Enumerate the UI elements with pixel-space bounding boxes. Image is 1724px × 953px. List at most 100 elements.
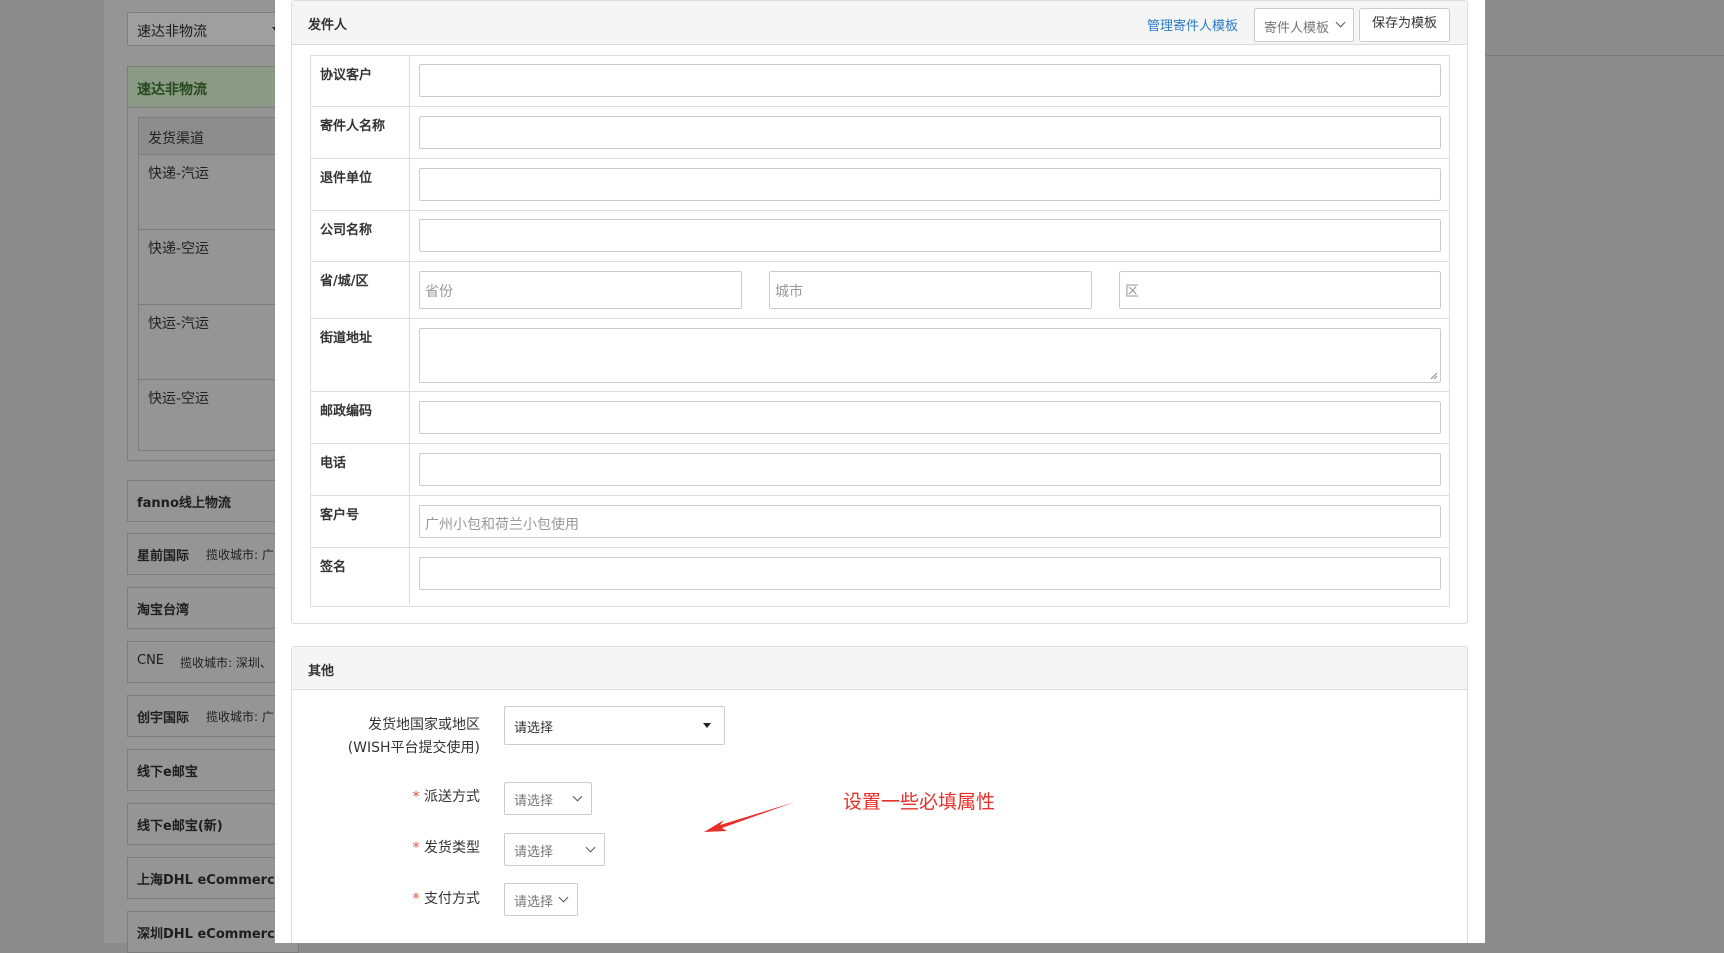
table-row: 公司名称 [311, 211, 1449, 262]
delivery-method-label: * 派送方式 [322, 786, 480, 809]
street-label: 街道地址 [320, 331, 373, 346]
sender-form-table: 协议客户 寄件人名称 退件单位 公司名称 省/城/区 省份 城市 区 街道地址 … [310, 55, 1450, 607]
origin-country-label: 发货地国家或地区 (WISH平台提交使用) [322, 714, 480, 760]
origin-country-label-line1: 发货地国家或地区 [368, 717, 480, 733]
carrier-card-title: 创宇国际 [137, 711, 190, 726]
table-row: 签名 [311, 548, 1449, 605]
customer-no-placeholder: 广州小包和荷兰小包使用 [425, 517, 579, 533]
field-label-cell: 协议客户 [311, 56, 410, 106]
background-carrier-card[interactable]: 上海DHL eCommerce [127, 857, 299, 899]
caret-down-icon [703, 723, 711, 728]
region-label: 省/城/区 [320, 274, 369, 289]
phone-input[interactable] [419, 453, 1441, 486]
field-label-cell: 省/城/区 [311, 262, 410, 318]
payment-method-select[interactable]: 请选择 [504, 883, 578, 916]
sender-panel-title: 发件人 [308, 18, 348, 33]
payment-method-label: * 支付方式 [322, 888, 480, 911]
sender-name-label: 寄件人名称 [320, 119, 386, 134]
delivery-method-select[interactable]: 请选择 [504, 782, 592, 815]
save-as-template-button[interactable]: 保存为模板 [1359, 8, 1450, 42]
customer-no-input[interactable]: 广州小包和荷兰小包使用 [419, 505, 1441, 538]
sender-name-input[interactable] [419, 116, 1441, 149]
customer-no-label: 客户号 [320, 508, 360, 523]
city-input[interactable]: 城市 [769, 271, 1092, 309]
district-placeholder: 区 [1125, 284, 1139, 300]
delivery-method-select-value: 请选择 [514, 794, 554, 809]
table-row: 协议客户 [311, 56, 1449, 107]
background-carrier-select[interactable]: 速达非物流 [127, 12, 289, 46]
background-carrier-card[interactable]: 星前国际 揽收城市: 广 [127, 533, 299, 575]
carrier-card-title: 上海DHL eCommerce [137, 873, 284, 888]
background-panel-header: 速达非物流 [128, 67, 298, 108]
other-panel-header: 其他 [292, 647, 1467, 690]
postcode-input[interactable] [419, 401, 1441, 434]
district-input[interactable]: 区 [1119, 271, 1441, 309]
required-asterisk: * [412, 840, 420, 856]
background-carrier-card[interactable]: CNE 揽收城市: 深圳、 [127, 641, 299, 683]
other-panel-title: 其他 [308, 664, 335, 679]
background-carrier-card[interactable]: 淘宝台湾 [127, 587, 299, 629]
return-unit-label: 退件单位 [320, 171, 373, 186]
sender-panel-header: 发件人 管理寄件人模板 寄件人模板 保存为模板 [292, 1, 1467, 45]
table-row: 电话 [311, 444, 1449, 496]
background-carrier-card[interactable]: 深圳DHL eCommerce [127, 911, 299, 953]
carrier-card-subtitle: 揽收城市: 深圳、 [180, 656, 272, 670]
origin-country-label-line2: (WISH平台提交使用) [347, 740, 480, 756]
street-address-textarea[interactable] [419, 328, 1441, 383]
carrier-card-title: 深圳DHL eCommerce [137, 927, 284, 942]
background-channel-header-label: 发货渠道 [148, 131, 204, 147]
signature-input[interactable] [419, 557, 1441, 590]
field-label-cell: 街道地址 [311, 319, 410, 391]
company-name-label: 公司名称 [320, 223, 373, 238]
divider [1486, 55, 1724, 56]
chevron-down-icon [585, 842, 596, 853]
field-label-cell: 公司名称 [311, 211, 410, 261]
agreement-customer-input[interactable] [419, 64, 1441, 97]
chevron-down-icon [572, 791, 583, 802]
field-label-cell: 寄件人名称 [311, 107, 410, 158]
table-row: 邮政编码 [311, 392, 1449, 444]
chevron-down-icon [1335, 17, 1346, 28]
list-item-label: 快递-空运 [148, 241, 210, 257]
required-asterisk: * [412, 789, 420, 805]
province-input[interactable]: 省份 [419, 271, 742, 309]
payment-method-select-value: 请选择 [514, 895, 554, 910]
field-label-cell: 签名 [311, 548, 410, 605]
table-row: 街道地址 [311, 319, 1449, 392]
table-row: 省/城/区 省份 城市 区 [311, 262, 1449, 319]
city-placeholder: 城市 [775, 284, 803, 300]
manage-sender-template-link[interactable]: 管理寄件人模板 [1147, 15, 1238, 34]
sender-panel: 发件人 管理寄件人模板 寄件人模板 保存为模板 协议客户 寄件人名称 退件单位 [291, 0, 1468, 624]
annotation-text: 设置一些必填属性 [843, 791, 996, 813]
carrier-card-title: 淘宝台湾 [137, 603, 190, 618]
background-carrier-card[interactable]: 线下e邮宝 [127, 749, 299, 791]
origin-country-select[interactable]: 请选择 [504, 706, 725, 745]
origin-country-select-value: 请选择 [514, 721, 554, 736]
table-row: 寄件人名称 [311, 107, 1449, 159]
table-row: 客户号 广州小包和荷兰小包使用 [311, 496, 1449, 548]
background-carrier-card[interactable]: 创宇国际 揽收城市: 广 [127, 695, 299, 737]
chevron-down-icon [558, 892, 569, 903]
postcode-label: 邮政编码 [320, 404, 373, 419]
shipping-type-label-text: 发货类型 [424, 840, 480, 856]
carrier-card-title: CNE [137, 653, 165, 668]
background-carrier-card[interactable]: 线下e邮宝(新) [127, 803, 299, 845]
phone-label: 电话 [320, 456, 347, 471]
background-carrier-panel: 速达非物流 发货渠道 快递-汽运 快递-空运 快运-汽运 快运-空运 [127, 66, 300, 461]
carrier-card-title: fanno线上物流 [137, 496, 231, 511]
company-name-input[interactable] [419, 219, 1441, 252]
carrier-card-title: 线下e邮宝 [137, 765, 198, 780]
carrier-card-subtitle: 揽收城市: 广 [206, 548, 274, 562]
return-unit-input[interactable] [419, 168, 1441, 201]
carrier-card-subtitle: 揽收城市: 广 [206, 710, 274, 724]
field-label-cell: 客户号 [311, 496, 410, 547]
annotation-arrow-icon [704, 802, 795, 832]
shipping-type-select[interactable]: 请选择 [504, 833, 605, 866]
sender-template-select[interactable]: 寄件人模板 [1254, 8, 1354, 42]
field-label-cell: 邮政编码 [311, 392, 410, 443]
list-item-label: 快运-空运 [148, 391, 210, 407]
delivery-method-label-text: 派送方式 [424, 789, 480, 805]
list-item-label: 快递-汽运 [148, 166, 210, 182]
background-carrier-card[interactable]: fanno线上物流 [127, 480, 299, 522]
resize-handle-icon[interactable] [1430, 372, 1438, 380]
